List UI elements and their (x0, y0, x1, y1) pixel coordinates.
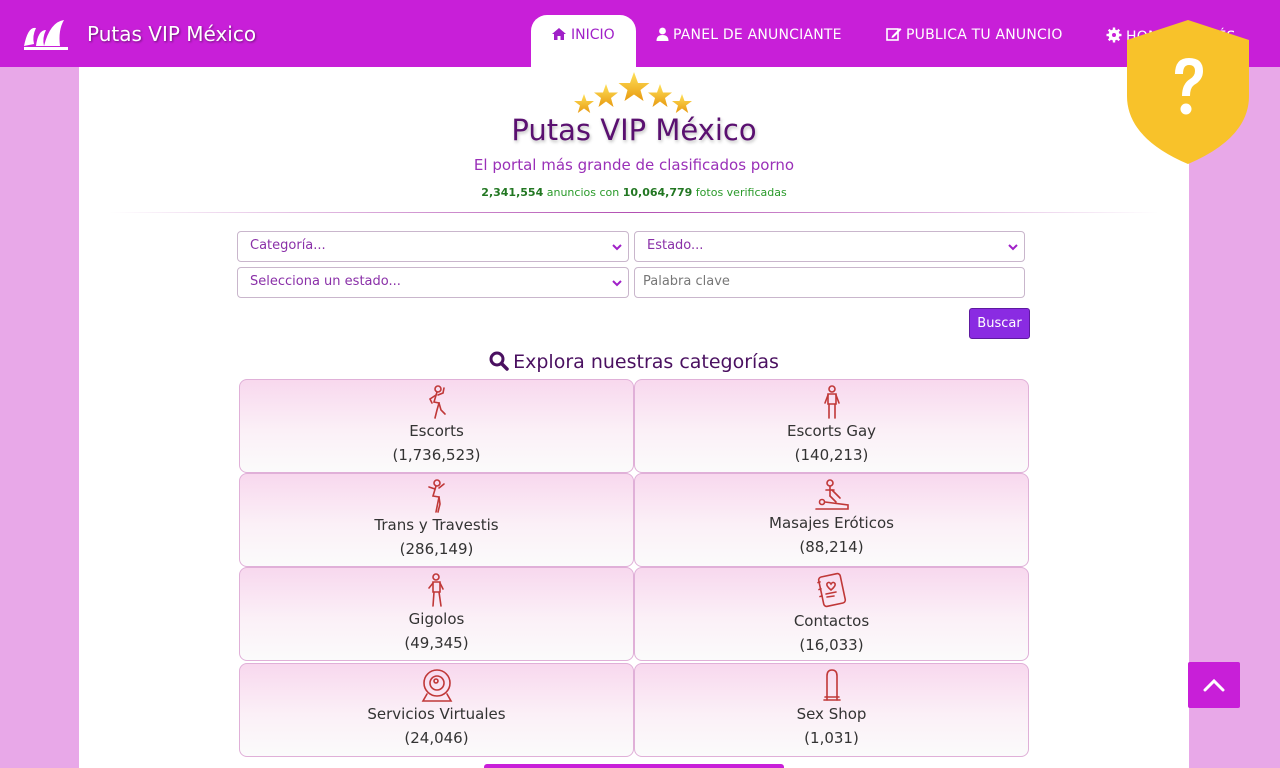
category-card-escorts-gay[interactable]: Escorts Gay (140,213) (634, 379, 1029, 473)
category-count: (16,033) (799, 636, 864, 654)
state-select-value: Estado... (647, 238, 704, 253)
category-select[interactable]: Categoría... (237, 231, 629, 262)
site-logo-icon[interactable] (22, 16, 70, 54)
categories-heading-text: Explora nuestras categorías (513, 351, 779, 373)
keyword-placeholder: Palabra clave (643, 274, 730, 289)
category-count: (1,736,523) (392, 446, 481, 464)
divider (109, 212, 1159, 213)
state-filter-select[interactable]: Selecciona un estado... (237, 267, 629, 298)
search-icon (489, 351, 509, 371)
nav-inicio[interactable]: INICIO (531, 15, 636, 67)
category-name: Masajes Eróticos (769, 514, 894, 532)
tagline: El portal más grande de clasificados por… (473, 156, 795, 174)
category-name: Contactos (793, 612, 870, 630)
category-name: Escorts Gay (786, 422, 877, 440)
chevron-down-icon (612, 244, 622, 251)
site-stats: 2,341,554 anuncios con 10,064,779 fotos … (79, 186, 1189, 199)
category-name: Trans y Travestis (374, 516, 499, 534)
nav-publica-anuncio[interactable]: PUBLICA TU ANUNCIO (886, 27, 1063, 43)
gigolo-icon (427, 573, 444, 607)
photos-count: 10,064,779 (622, 186, 693, 199)
home-icon (552, 28, 566, 40)
main-panel: Putas VIP México El portal más grande de… (79, 67, 1189, 768)
chevron-down-icon (612, 280, 622, 287)
categories-heading: Explora nuestras categorías (79, 351, 1189, 373)
category-count: (88,214) (799, 538, 864, 556)
condom-icon (822, 669, 841, 701)
category-name: Sex Shop (796, 705, 867, 723)
chevron-down-icon (1008, 244, 1018, 251)
category-card-servicios-virtuales[interactable]: Servicios Virtuales (24,046) (239, 663, 634, 757)
gear-icon (1106, 27, 1122, 43)
top-navbar: Putas VIP México INICIO PANEL DE ANUNCIA… (0, 0, 1280, 67)
category-select-value: Categoría... (250, 238, 326, 253)
massage-icon (814, 479, 849, 510)
category-card-contactos[interactable]: Contactos (16,033) (634, 567, 1029, 661)
nav-panel-label: PANEL DE ANUNCIANTE (673, 27, 842, 43)
category-count: (286,149) (399, 540, 474, 558)
category-name: Servicios Virtuales (367, 705, 506, 723)
ads-count: 2,341,554 (481, 186, 544, 199)
category-card-escorts[interactable]: Escorts (1,736,523) (239, 379, 634, 473)
nav-publica-label: PUBLICA TU ANUNCIO (906, 27, 1063, 43)
category-card-trans[interactable]: Trans y Travestis (286,149) (239, 473, 634, 567)
ads-label: anuncios con (546, 186, 620, 199)
state-select[interactable]: Estado... (634, 231, 1025, 262)
security-shield-icon[interactable] (1125, 18, 1251, 166)
trans-icon (427, 479, 445, 513)
gay-escort-icon (823, 385, 840, 419)
category-card-sex-shop[interactable]: Sex Shop (1,031) (634, 663, 1029, 757)
user-icon (656, 27, 669, 41)
escort-icon (428, 385, 446, 419)
chevron-up-icon (1203, 678, 1225, 692)
bottom-button-edge[interactable] (484, 764, 784, 768)
brand-name[interactable]: Putas VIP México (87, 22, 256, 46)
webcam-icon (421, 669, 452, 702)
nav-panel-anunciante[interactable]: PANEL DE ANUNCIANTE (656, 27, 842, 43)
category-card-gigolos[interactable]: Gigolos (49,345) (239, 567, 634, 661)
contacts-book-icon (816, 572, 846, 608)
category-count: (49,345) (404, 634, 469, 652)
back-to-top-button[interactable] (1188, 662, 1240, 708)
category-name: Escorts (409, 422, 464, 440)
state-filter-value: Selecciona un estado... (250, 274, 401, 289)
category-name: Gigolos (408, 610, 465, 628)
category-count: (140,213) (794, 446, 869, 464)
search-button[interactable]: Buscar (969, 308, 1030, 339)
photos-label: fotos verificadas (695, 186, 787, 199)
page-title: Putas VIP México (511, 113, 757, 147)
category-card-masajes[interactable]: Masajes Eróticos (88,214) (634, 473, 1029, 567)
category-count: (1,031) (804, 729, 859, 747)
category-count: (24,046) (404, 729, 469, 747)
nav-inicio-label: INICIO (571, 27, 615, 43)
edit-icon (886, 28, 902, 41)
keyword-input[interactable]: Palabra clave (634, 267, 1025, 298)
rating-stars-icon (574, 72, 692, 113)
